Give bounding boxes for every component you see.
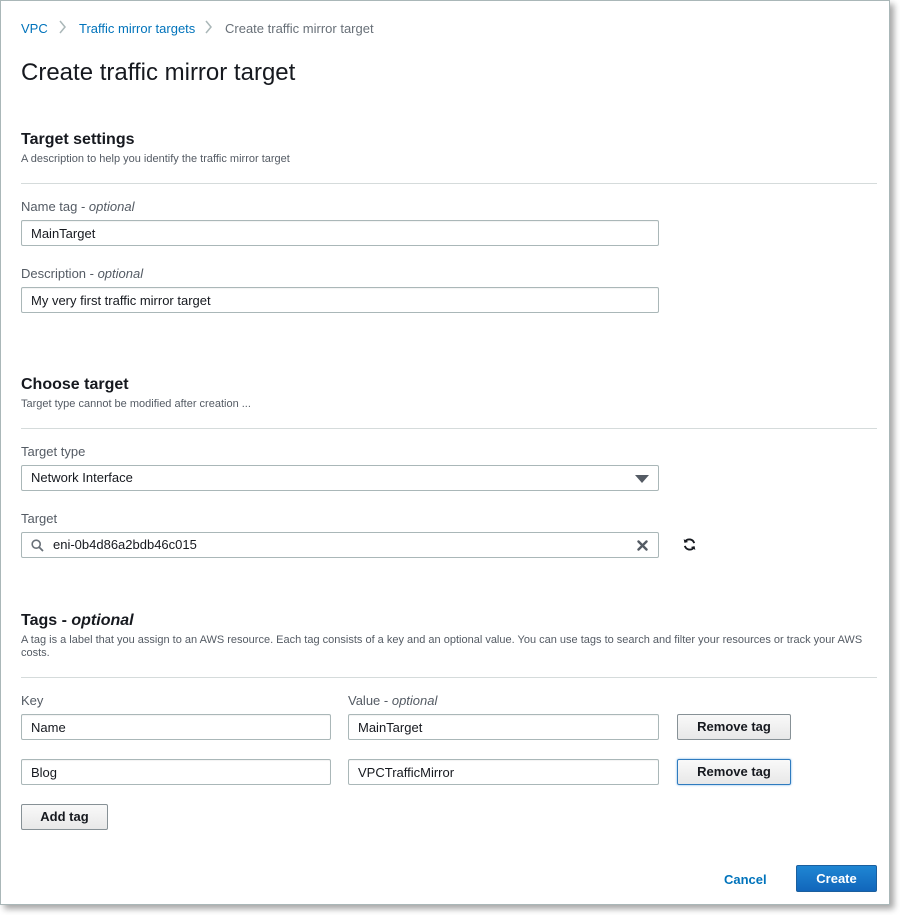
refresh-icon[interactable] xyxy=(682,537,697,552)
name-tag-input[interactable] xyxy=(21,220,659,246)
chevron-right-icon xyxy=(205,20,212,34)
tags-heading: Tags - optional xyxy=(21,612,134,629)
breadcrumb-vpc-link[interactable]: VPC xyxy=(21,21,48,36)
page-frame: VPC Traffic mirror targets Create traffi… xyxy=(0,0,890,905)
description-label: Description - optional xyxy=(21,266,144,281)
description-input[interactable] xyxy=(21,287,659,313)
target-label: Target xyxy=(21,511,58,526)
choose-target-description: Target type cannot be modified after cre… xyxy=(21,398,251,410)
tag-key-input[interactable] xyxy=(21,759,331,785)
close-icon[interactable] xyxy=(637,540,648,551)
target-type-label: Target type xyxy=(21,444,86,459)
tags-description: A tag is a label that you assign to an A… xyxy=(21,634,863,659)
tag-key-header: Key xyxy=(21,693,44,708)
remove-tag-button[interactable]: Remove tag xyxy=(677,759,791,785)
caret-down-icon xyxy=(635,475,649,483)
cancel-button[interactable]: Cancel xyxy=(724,872,767,887)
target-settings-heading: Target settings xyxy=(21,131,135,148)
target-type-select[interactable]: Network Interface xyxy=(21,465,659,491)
page-title: Create traffic mirror target xyxy=(21,59,296,86)
chevron-right-icon xyxy=(59,20,66,34)
breadcrumb-traffic-mirror-targets-link[interactable]: Traffic mirror targets xyxy=(79,21,195,36)
choose-target-heading: Choose target xyxy=(21,376,129,393)
tag-value-header: Value - optional xyxy=(348,693,438,708)
add-tag-button[interactable]: Add tag xyxy=(21,804,108,830)
breadcrumb-current: Create traffic mirror target xyxy=(225,21,374,36)
divider xyxy=(21,428,877,429)
tag-value-input[interactable] xyxy=(348,714,659,740)
create-button[interactable]: Create xyxy=(796,865,877,892)
search-icon xyxy=(31,539,44,552)
target-value: eni-0b4d86a2bdb46c015 xyxy=(53,537,197,552)
divider xyxy=(21,677,877,678)
divider xyxy=(21,183,877,184)
remove-tag-button[interactable]: Remove tag xyxy=(677,714,791,740)
target-type-value: Network Interface xyxy=(31,470,133,485)
tag-key-input[interactable] xyxy=(21,714,331,740)
name-tag-label: Name tag - optional xyxy=(21,199,135,214)
target-search-input[interactable]: eni-0b4d86a2bdb46c015 xyxy=(21,532,659,558)
target-settings-description: A description to help you identify the t… xyxy=(21,153,290,165)
tag-value-input[interactable] xyxy=(348,759,659,785)
